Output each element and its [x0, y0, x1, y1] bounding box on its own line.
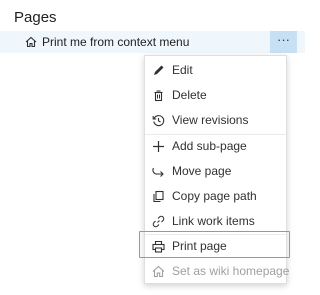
home-icon — [25, 36, 37, 48]
move-arrow-icon — [152, 165, 165, 178]
more-actions-button[interactable]: ··· — [270, 31, 297, 53]
copy-icon — [152, 190, 165, 203]
menu-item-label: Edit — [172, 63, 193, 77]
menu-item-label: Set as wiki homepage — [172, 264, 290, 278]
menu-item-delete[interactable]: Delete — [145, 83, 286, 107]
menu-item-label: Add sub-page — [172, 139, 247, 153]
menu-item-label: Copy page path — [172, 189, 257, 203]
menu-item-label: View revisions — [172, 113, 249, 127]
trash-icon — [152, 89, 165, 102]
home-icon — [152, 265, 165, 278]
menu-item-copy-page-path[interactable]: Copy page path — [145, 184, 286, 208]
print-page-highlight — [139, 231, 290, 258]
plus-icon — [152, 140, 165, 153]
menu-item-view-revisions[interactable]: View revisions — [145, 108, 286, 132]
menu-item-label: Delete — [172, 88, 207, 102]
link-icon — [152, 215, 165, 228]
pages-title: Pages — [14, 9, 57, 26]
menu-item-move-page[interactable]: Move page — [145, 159, 286, 183]
menu-item-add-sub-page[interactable]: Add sub-page — [145, 134, 286, 158]
page-tree-item[interactable]: Print me from context menu ··· — [0, 31, 305, 53]
edit-icon — [152, 64, 165, 77]
page-title-label: Print me from context menu — [42, 35, 190, 49]
menu-item-edit[interactable]: Edit — [145, 58, 286, 82]
history-icon — [152, 114, 165, 127]
more-icon: ··· — [277, 32, 290, 47]
menu-item-label: Move page — [172, 164, 232, 178]
menu-item-link-work-items[interactable]: Link work items — [145, 209, 286, 233]
menu-item-set-as-wiki-homepage: Set as wiki homepage — [145, 259, 290, 283]
menu-item-label: Link work items — [172, 214, 255, 228]
